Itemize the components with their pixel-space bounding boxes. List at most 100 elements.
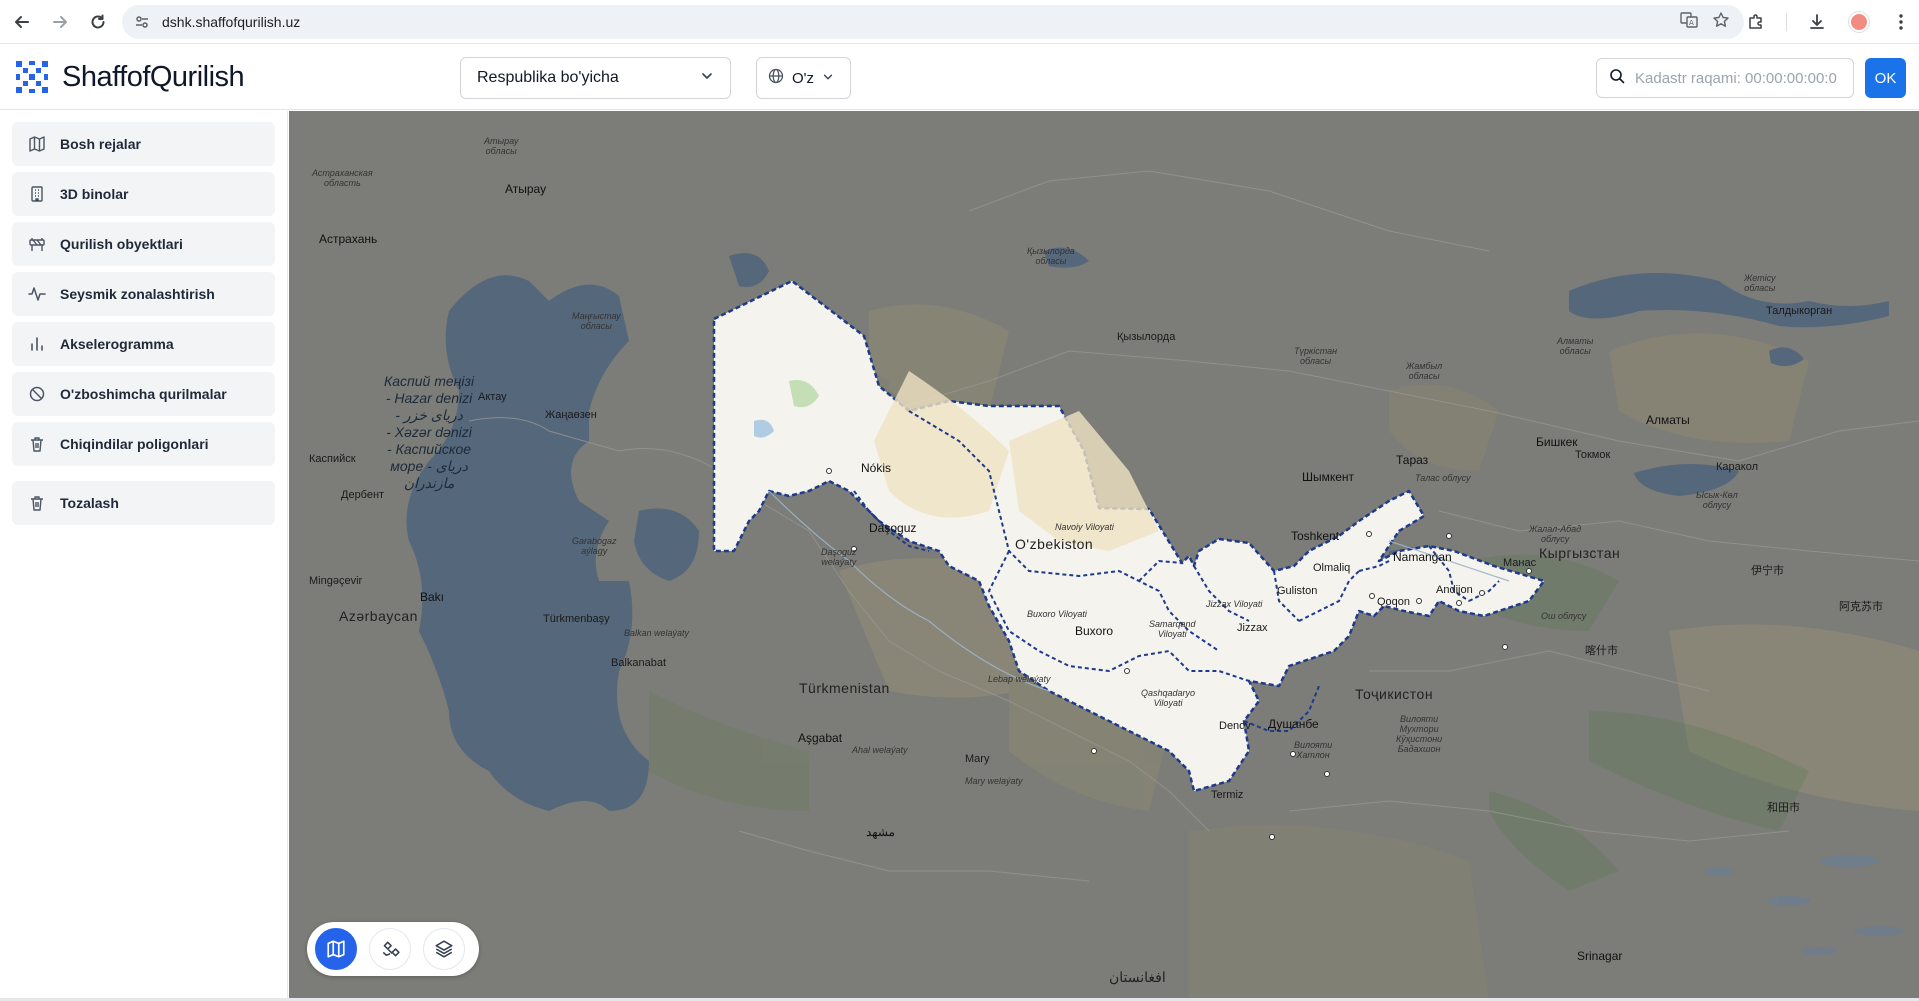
caspian-sea-label: Каспий теңізі - Hazar denizi - دریای خزر… xyxy=(384,373,475,491)
city-label: 伊宁市 xyxy=(1751,565,1784,577)
city-label: Denov xyxy=(1219,720,1251,732)
city-label: Bakı xyxy=(420,590,445,604)
cadastre-search-input[interactable] xyxy=(1635,69,1840,87)
region-label: Жалал-Абад облусу xyxy=(1529,524,1582,544)
profile-avatar[interactable] xyxy=(1847,10,1871,34)
region-label: Qashqadaryo Viloyati xyxy=(1141,688,1196,708)
browser-toolbar: dshk.shaffofqurilish.uz A xyxy=(0,0,1919,44)
city-label: Daşoguz xyxy=(869,521,917,535)
sidebar-item-ozboshimcha-qurilmalar[interactable]: O'zboshimcha qurilmalar xyxy=(12,372,275,416)
trash-icon xyxy=(28,494,46,512)
city-label: Buxoro xyxy=(1075,624,1114,638)
city-label: Guliston xyxy=(1277,585,1318,597)
sidebar-item-akselerogramma[interactable]: Akselerogramma xyxy=(12,322,275,366)
layers-icon xyxy=(435,940,453,958)
region-label: Ahal welaýaty xyxy=(852,745,908,755)
url-text[interactable]: dshk.shaffofqurilish.uz xyxy=(162,14,300,30)
sidebar-item-label: Chiqindilar poligonlari xyxy=(60,436,209,452)
map-view-button[interactable] xyxy=(315,928,357,970)
trash-icon xyxy=(28,435,46,453)
bookmark-star-icon[interactable] xyxy=(1712,11,1730,34)
map-canvas[interactable]: Каспий теңізі - Hazar denizi - دریای خزر… xyxy=(289,111,1919,1001)
map-icon xyxy=(28,135,46,153)
forward-icon[interactable] xyxy=(44,6,76,38)
sidebar-item-label: Bosh rejalar xyxy=(60,136,141,152)
city-label: Бишкек xyxy=(1536,435,1578,449)
browser-menu-icon[interactable] xyxy=(1889,10,1913,34)
sidebar-item-qurilish-obyektlari[interactable]: Qurilish obyektlari xyxy=(12,222,275,266)
region-label: Ысык-Көл облусу xyxy=(1696,490,1738,510)
region-label: Астраханская область xyxy=(312,168,373,188)
building-icon xyxy=(28,185,46,203)
country-label-uzbekistan: O'zbekiston xyxy=(1015,536,1094,552)
region-label: Түркістан обласы xyxy=(1294,346,1338,366)
region-label: Маңғыстау обласы xyxy=(572,311,621,331)
cadastre-search-box[interactable] xyxy=(1596,58,1854,98)
satellite-view-button[interactable] xyxy=(369,928,411,970)
logo[interactable]: ShaffofQurilish xyxy=(14,59,245,95)
construction-icon xyxy=(28,235,46,253)
download-icon[interactable] xyxy=(1805,10,1829,34)
aral-lake xyxy=(729,253,769,287)
city-label: Актау xyxy=(478,391,507,403)
chevron-down-icon xyxy=(822,70,834,87)
sidebar-item-seysmik-zonalashtirish[interactable]: Seysmik zonalashtirish xyxy=(12,272,275,316)
city-label: Манас xyxy=(1503,557,1537,569)
sidebar-item-label: O'zboshimcha qurilmalar xyxy=(60,386,227,402)
city-label: Nókis xyxy=(861,461,892,475)
country-label-turkmenistan: Türkmenistan xyxy=(799,680,890,696)
city-label: Andijon xyxy=(1436,584,1473,596)
region-label: Navoiy Viloyati xyxy=(1055,522,1114,532)
city-label: Balkanabat xyxy=(611,657,667,669)
translate-icon[interactable]: A xyxy=(1680,11,1698,34)
sidebar-item-bosh-rejalar[interactable]: Bosh rejalar xyxy=(12,122,275,166)
country-label-azerbaijan: Azərbaycan xyxy=(339,608,418,624)
back-icon[interactable] xyxy=(6,6,38,38)
ok-button[interactable]: OK xyxy=(1865,58,1906,98)
svg-text:A: A xyxy=(1689,19,1694,27)
map-view-controls xyxy=(307,922,479,976)
region-label: Талас облусу xyxy=(1415,473,1471,483)
city-label: Termiz xyxy=(1211,789,1244,801)
region-label: Buxoro Viloyati xyxy=(1027,609,1087,619)
chevron-down-icon xyxy=(700,69,714,88)
layers-button[interactable] xyxy=(423,928,465,970)
site-settings-icon[interactable] xyxy=(134,14,150,30)
search-icon xyxy=(1609,68,1625,89)
sidebar-item-chiqindilar-poligonlari[interactable]: Chiqindilar poligonlari xyxy=(12,422,275,466)
city-label: Қызылорда xyxy=(1117,331,1176,343)
city-label: Srinagar xyxy=(1577,949,1623,963)
city-label: Душанбе xyxy=(1268,717,1319,731)
reload-icon[interactable] xyxy=(82,6,114,38)
region-label: Daşoguz welaýaty xyxy=(821,547,857,567)
city-label: 和田市 xyxy=(1767,802,1800,814)
language-select[interactable]: O'z xyxy=(756,57,851,99)
sidebar-item-label: Akselerogramma xyxy=(60,336,174,352)
region-select-value: Respublika bo'yicha xyxy=(477,69,619,86)
region-label: Balkan welaýaty xyxy=(624,628,690,638)
region-label: Garabogaz aýlagy xyxy=(572,536,617,556)
balkhash-lake xyxy=(1569,273,1889,328)
city-label: Каспийск xyxy=(309,453,356,465)
region-label: Mary welaýaty xyxy=(965,776,1023,786)
country-label-afghanistan: افغانستان xyxy=(1109,969,1166,985)
city-label: Qoqon xyxy=(1377,596,1411,608)
city-label: Toshkent xyxy=(1291,529,1340,543)
city-label: Aşgabat xyxy=(798,731,843,745)
sidebar-item-3d-binolar[interactable]: 3D binolar xyxy=(12,172,275,216)
region-select[interactable]: Respublika bo'yicha xyxy=(460,57,731,99)
extensions-icon[interactable] xyxy=(1744,10,1768,34)
logo-text: ShaffofQurilish xyxy=(62,60,245,93)
city-label: Астрахань xyxy=(319,232,378,246)
city-label: Olmaliq xyxy=(1313,562,1351,574)
region-label: Жамбыл обласы xyxy=(1406,361,1443,381)
address-bar[interactable]: dshk.shaffofqurilish.uz A xyxy=(122,5,1744,39)
sidebar-item-label: 3D binolar xyxy=(60,186,129,202)
logo-icon xyxy=(16,61,48,93)
city-label: 阿克苏市 xyxy=(1839,601,1883,613)
clear-button[interactable]: Tozalash xyxy=(12,481,275,525)
city-label: Атырау xyxy=(505,182,547,196)
region-label: Вилояти Хатлон xyxy=(1294,740,1333,760)
city-label: Türkmenbaşy xyxy=(543,613,610,625)
map-basemap xyxy=(406,170,1919,1001)
